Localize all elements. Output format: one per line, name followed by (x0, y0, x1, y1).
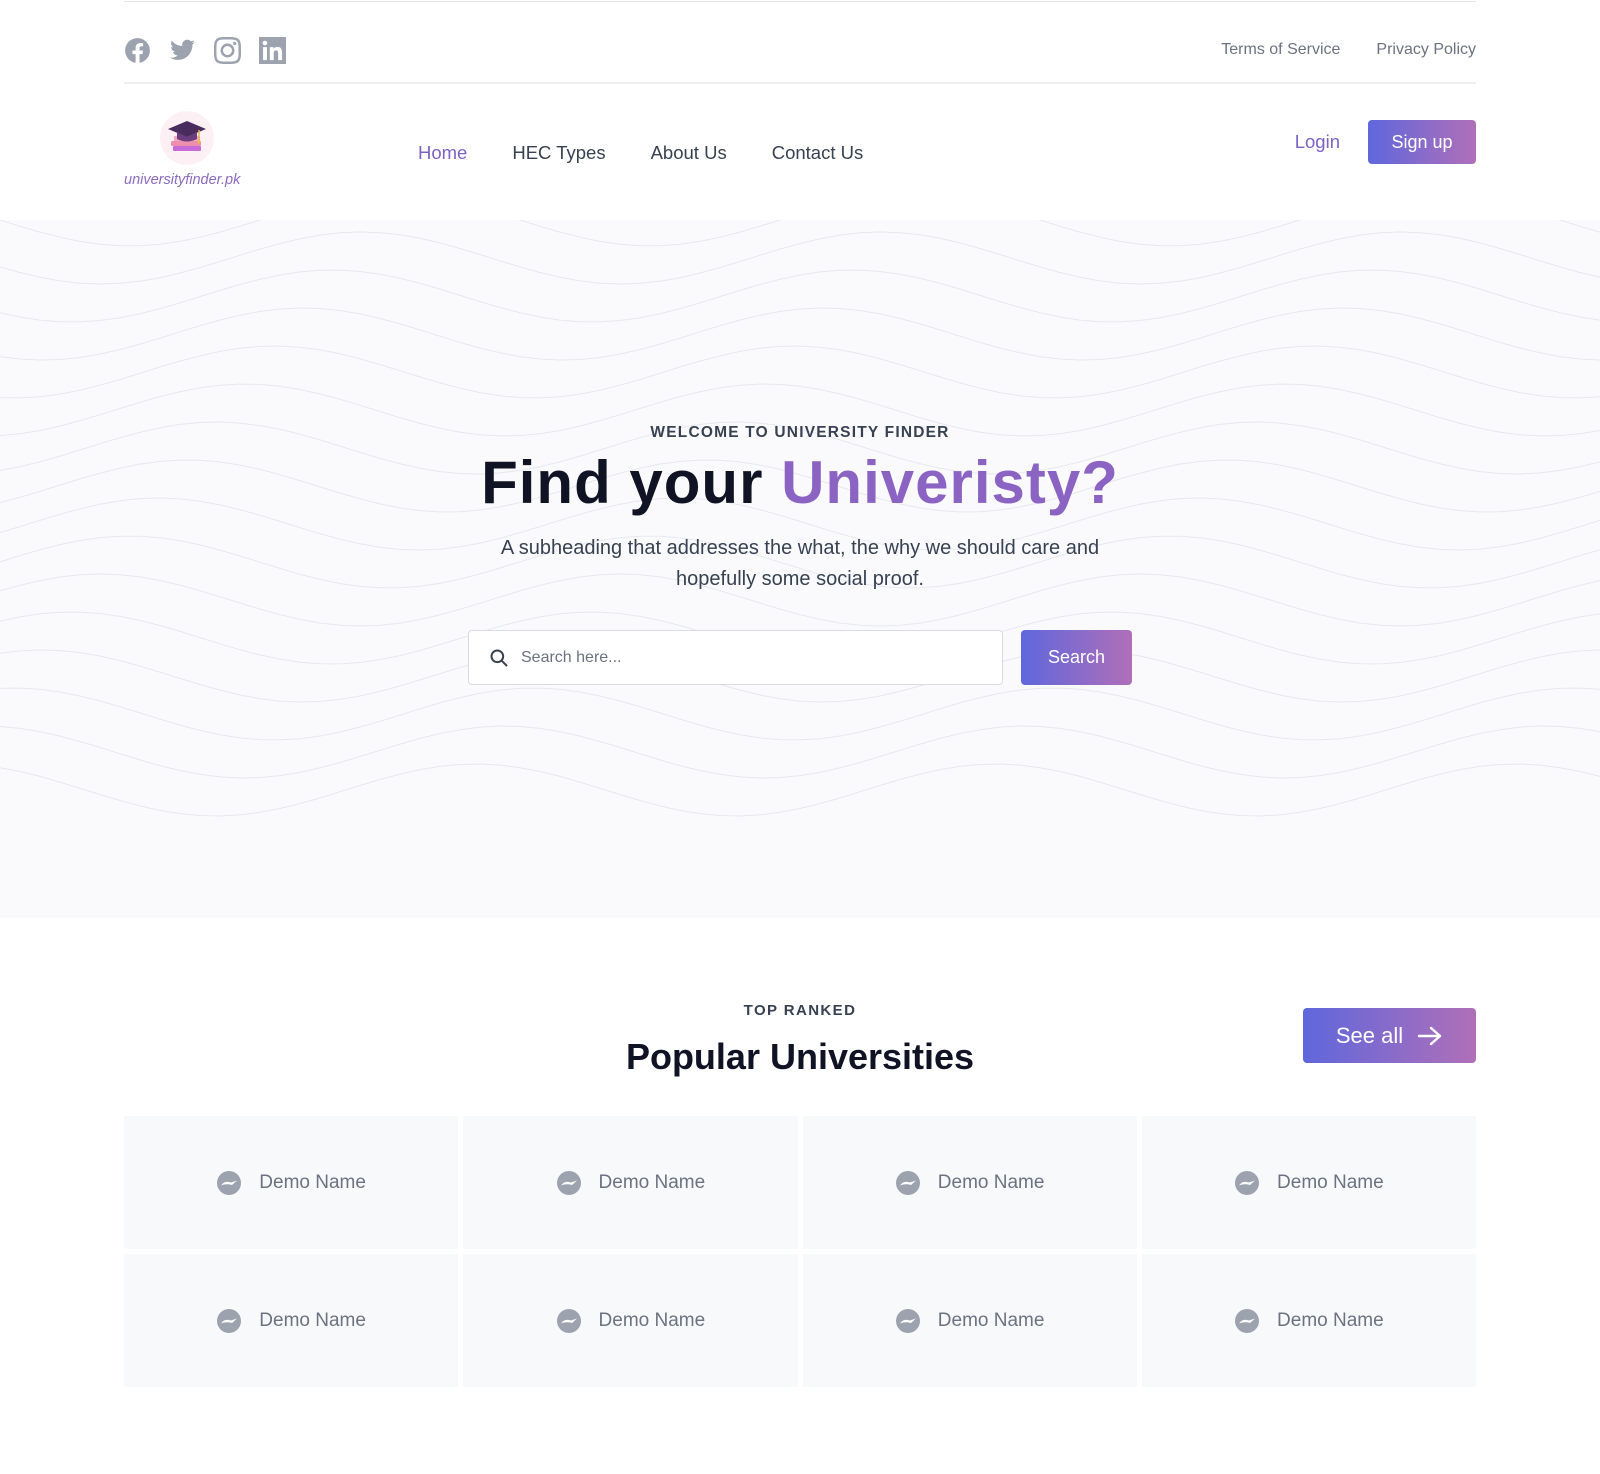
university-name: Demo Name (259, 1309, 366, 1331)
university-logo-icon (217, 1308, 242, 1333)
login-link[interactable]: Login (1295, 131, 1340, 153)
search-box (468, 630, 1003, 685)
university-card[interactable]: Demo Name (124, 1116, 459, 1249)
see-all-button[interactable]: See all (1303, 1008, 1476, 1063)
university-logo-icon (895, 1308, 920, 1333)
search-form: Search (468, 630, 1132, 685)
logo-text: universityfinder.pk (124, 172, 241, 188)
university-name: Demo Name (1277, 1309, 1384, 1331)
university-name: Demo Name (598, 1309, 706, 1331)
terms-of-service-link[interactable]: Terms of Service (1221, 41, 1340, 59)
instagram-icon[interactable] (214, 36, 241, 64)
university-card[interactable]: Demo Name (1141, 1254, 1476, 1387)
search-input[interactable] (521, 648, 991, 667)
university-logo-icon (556, 1170, 581, 1195)
topbar-divider (124, 82, 1476, 84)
facebook-icon[interactable] (124, 37, 151, 64)
university-logo-icon (556, 1308, 581, 1333)
linkedin-icon[interactable] (259, 36, 286, 64)
search-button[interactable]: Search (1021, 630, 1132, 685)
university-grid: Demo Name Demo Name Demo Name Demo Name Demo… (124, 1116, 1476, 1387)
university-logo-icon (1235, 1308, 1260, 1333)
university-name: Demo Name (937, 1171, 1045, 1193)
nav-item-contact-us[interactable]: Contact Us (772, 142, 864, 164)
main-nav: universityfinder.pk Home HEC Types About… (124, 108, 1476, 192)
university-name: Demo Name (1277, 1171, 1384, 1193)
see-all-label: See all (1335, 1022, 1404, 1048)
nav-item-about-us[interactable]: About Us (651, 142, 727, 164)
privacy-policy-link[interactable]: Privacy Policy (1376, 41, 1476, 59)
search-icon (490, 649, 508, 666)
hero-headline: Find your Univeristy? (0, 448, 1600, 517)
hero-eyebrow: WELCOME TO UNIVERSITY FINDER (650, 424, 950, 441)
university-card[interactable]: Demo Name (124, 1254, 459, 1387)
nav-menu: Home HEC Types About Us Contact Us (418, 142, 863, 164)
signup-button[interactable]: Sign up (1368, 120, 1476, 164)
nav-item-home[interactable]: Home (418, 142, 467, 164)
university-logo-icon (217, 1170, 242, 1195)
top-divider (124, 1, 1476, 2)
university-name: Demo Name (259, 1171, 366, 1193)
top-bar: Terms of Service Privacy Policy (124, 34, 1476, 66)
hero-section: WELCOME TO UNIVERSITY FINDER Find your U… (0, 220, 1600, 918)
auth-actions: Login Sign up (1295, 120, 1476, 164)
university-card[interactable]: Demo Name (1141, 1116, 1476, 1249)
nav-item-hec-types[interactable]: HEC Types (512, 142, 605, 164)
university-card[interactable]: Demo Name (802, 1116, 1137, 1249)
university-card[interactable]: Demo Name (463, 1254, 798, 1387)
university-card[interactable]: Demo Name (463, 1116, 798, 1249)
university-logo-icon (895, 1170, 920, 1195)
headline-plain: Find your (481, 449, 782, 516)
university-card[interactable]: Demo Name (802, 1254, 1137, 1387)
logo[interactable]: universityfinder.pk (124, 108, 248, 192)
hero-subheading: A subheading that addresses the what, th… (500, 537, 1100, 590)
university-name: Demo Name (937, 1309, 1045, 1331)
legal-links: Terms of Service Privacy Policy (1221, 41, 1476, 59)
headline-accent: Univeristy? (781, 449, 1119, 516)
university-logo-icon (1235, 1170, 1260, 1195)
arrow-right-icon (1417, 1026, 1442, 1045)
social-links (124, 36, 286, 64)
twitter-icon[interactable] (169, 37, 196, 64)
university-name: Demo Name (598, 1171, 706, 1193)
graduation-cap-icon (160, 111, 214, 165)
